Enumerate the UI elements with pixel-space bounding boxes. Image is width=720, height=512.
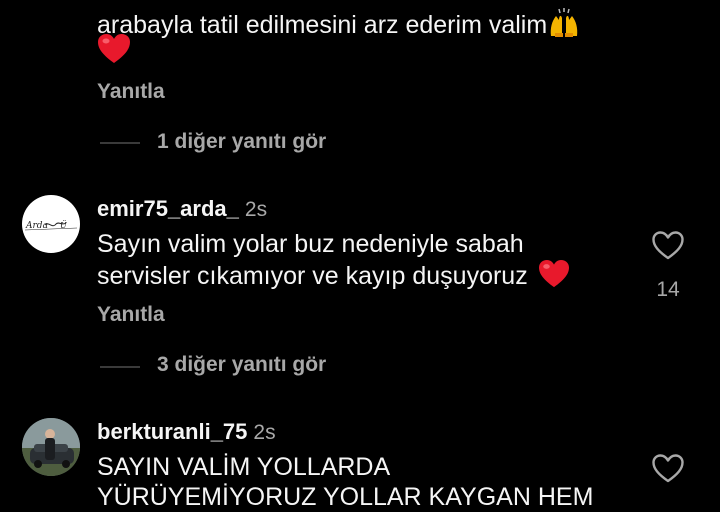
view-more-replies-button[interactable]: 3 diğer yanıtı gör xyxy=(157,353,326,377)
replies-divider xyxy=(100,366,140,368)
raising-hands-emoji xyxy=(547,6,581,47)
comment-text-line1: Sayın valim yolar buz nedeniyle sabah xyxy=(97,230,524,258)
comment-text-line2: servisler cıkamıyor ve kayıp duşuyoruz xyxy=(97,259,570,296)
username-link[interactable]: berkturanli_75 xyxy=(97,419,247,444)
comment-header: emir75_arda_ 2s xyxy=(97,196,267,222)
comment-time: 2s xyxy=(244,198,268,221)
avatar[interactable]: Arda Ü xyxy=(22,195,80,253)
comment-text-line2-content: servisler cıkamıyor ve kayıp duşuyoruz xyxy=(97,262,528,291)
view-more-replies-button[interactable]: 1 diğer yanıtı gör xyxy=(157,130,326,154)
red-heart-emoji xyxy=(538,259,570,296)
username-link[interactable]: emir75_arda_ xyxy=(97,196,239,221)
comment-header: berkturanli_75 2s xyxy=(97,419,276,445)
comment-text-line2: YÜRÜYEMİYORUZ YOLLAR KAYGAN HEM xyxy=(97,483,594,511)
reply-button[interactable]: Yanıtla xyxy=(97,303,165,327)
comment-text-line: arabayla tatil edilmesini arz ederim val… xyxy=(97,11,548,40)
comment-time: 2s xyxy=(253,421,276,444)
replies-divider xyxy=(100,142,140,144)
like-count: 14 xyxy=(656,278,680,301)
red-heart-emoji xyxy=(97,33,131,70)
like-button[interactable] xyxy=(651,230,685,262)
comment-text-line1: SAYIN VALİM YOLLARDA xyxy=(97,453,391,481)
comment-text: arabayla tatil edilmesini arz ederim val… xyxy=(97,6,581,47)
like-button[interactable] xyxy=(651,453,685,485)
reply-button[interactable]: Yanıtla xyxy=(97,80,165,104)
avatar[interactable] xyxy=(22,418,80,476)
heart-outline-icon xyxy=(652,231,684,260)
heart-outline-icon xyxy=(652,454,684,483)
